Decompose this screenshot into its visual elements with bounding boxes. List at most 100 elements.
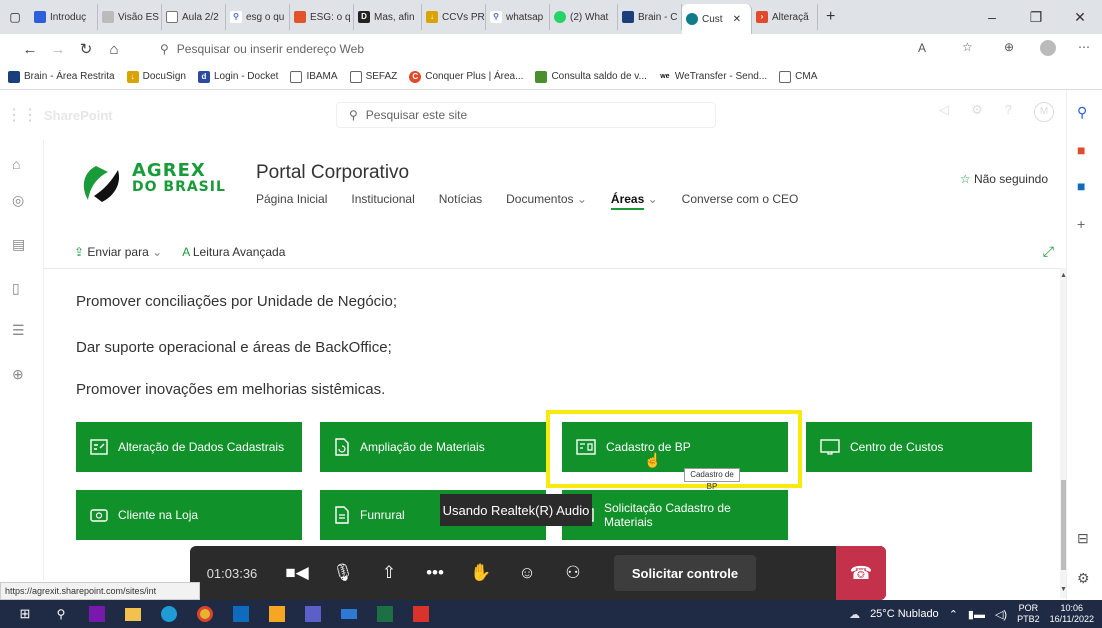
- app-icon[interactable]: [336, 604, 362, 624]
- browser-tab[interactable]: Brain - C: [618, 4, 682, 30]
- nav-item-documentos[interactable]: Documentos ⌄: [506, 192, 587, 206]
- share-screen-icon[interactable]: ⇧: [366, 563, 412, 583]
- chrome-icon[interactable]: [192, 604, 218, 624]
- app-launcher-icon[interactable]: ⋮⋮: [0, 105, 44, 125]
- browser-tab[interactable]: Visão ES: [98, 4, 162, 30]
- browser-tab-active[interactable]: Cust ✕: [682, 4, 752, 34]
- read-aloud-icon[interactable]: A: [918, 41, 926, 55]
- settings-gear-icon[interactable]: ⚙: [971, 102, 983, 122]
- add-icon[interactable]: ⊕: [12, 366, 24, 383]
- volume-icon[interactable]: ◁): [995, 608, 1007, 621]
- home-icon[interactable]: ⌂: [12, 156, 20, 172]
- home-icon[interactable]: ⌂: [100, 41, 128, 58]
- search-icon[interactable]: ⚲: [1077, 104, 1087, 121]
- browser-tab[interactable]: D Mas, afin: [354, 4, 422, 30]
- windows-start-icon[interactable]: ⊞: [12, 604, 38, 624]
- close-tab-icon[interactable]: ✕: [733, 14, 741, 25]
- search-icon[interactable]: ⚲: [48, 604, 74, 624]
- onenote-icon[interactable]: [84, 604, 110, 624]
- tray-chevron-icon[interactable]: ⌃: [949, 608, 958, 621]
- sidebar-toggle-icon[interactable]: ⊟: [1077, 530, 1089, 547]
- browser-tab[interactable]: ⚲ whatsap: [486, 4, 550, 30]
- nav-item-institucional[interactable]: Institucional: [351, 192, 414, 206]
- new-tab-button[interactable]: +: [826, 8, 835, 26]
- nav-item-ceo[interactable]: Converse com o CEO: [682, 192, 799, 206]
- bookmark-item[interactable]: C Conquer Plus | Área...: [409, 70, 523, 83]
- news-icon[interactable]: ▤: [12, 236, 25, 253]
- weather-icon[interactable]: ☁: [849, 608, 860, 621]
- chat-icon[interactable]: ☺: [504, 563, 550, 583]
- bookmark-item[interactable]: Brain - Área Restrita: [8, 70, 115, 83]
- edge-icon[interactable]: [156, 604, 182, 624]
- minimize-icon[interactable]: –: [970, 9, 1014, 25]
- bookmark-item[interactable]: SEFAZ: [349, 70, 397, 83]
- sharepoint-brand[interactable]: SharePoint: [44, 108, 113, 123]
- back-arrow-icon[interactable]: ←: [16, 41, 44, 58]
- megaphone-icon[interactable]: ◁: [939, 102, 949, 122]
- language-indicator[interactable]: POR PTB2: [1017, 603, 1040, 625]
- tab-actions-icon[interactable]: ▢: [0, 10, 30, 24]
- restore-icon[interactable]: ❐: [1014, 9, 1058, 26]
- browser-tab[interactable]: ⚲ esg o qu: [226, 4, 290, 30]
- settings-gear-icon[interactable]: ⚙: [1077, 570, 1090, 587]
- file-explorer-icon[interactable]: [120, 604, 146, 624]
- app-icon[interactable]: [264, 604, 290, 624]
- more-menu-icon[interactable]: ⋯: [1078, 40, 1090, 54]
- hang-up-button[interactable]: ☎: [836, 546, 886, 600]
- bookmark-item[interactable]: Consulta saldo de v...: [535, 70, 647, 83]
- excel-icon[interactable]: [372, 604, 398, 624]
- help-icon[interactable]: ?: [1005, 102, 1012, 122]
- tile-centro-custos[interactable]: Centro de Custos: [806, 422, 1032, 472]
- site-search-input[interactable]: ⚲ Pesquisar este site: [336, 102, 716, 128]
- bookmark-item[interactable]: ↓ DocuSign: [126, 70, 186, 83]
- follow-button[interactable]: ☆ Não seguindo: [960, 172, 1048, 186]
- close-window-icon[interactable]: ✕: [1058, 9, 1102, 26]
- network-icon[interactable]: ▮▬: [968, 608, 985, 621]
- tile-solicitacao-materiais[interactable]: Solicitação Cadastro de Materiais: [562, 490, 788, 540]
- weather-text[interactable]: 25°C Nublado: [870, 608, 939, 620]
- office-icon[interactable]: ■: [1077, 142, 1085, 158]
- outlook-icon[interactable]: ■: [1077, 178, 1085, 194]
- request-control-button[interactable]: Solicitar controle: [614, 555, 756, 591]
- browser-tab[interactable]: (2) What: [550, 4, 618, 30]
- expand-icon[interactable]: ⤢: [1043, 243, 1054, 260]
- tile-alteracao-dados[interactable]: Alteração de Dados Cadastrais: [76, 422, 302, 472]
- browser-tab[interactable]: ESG: o q: [290, 4, 354, 30]
- bookmark-item[interactable]: we WeTransfer - Send...: [658, 70, 767, 83]
- tile-ampliacao-materiais[interactable]: Ampliação de Materiais: [320, 422, 546, 472]
- immersive-reader-button[interactable]: A Leitura Avançada: [182, 245, 285, 259]
- browser-tab[interactable]: › Alteraçã: [752, 4, 818, 30]
- participants-icon[interactable]: ⚇: [550, 563, 596, 583]
- camera-icon[interactable]: ■◀: [274, 563, 320, 583]
- acrobat-icon[interactable]: [408, 604, 434, 624]
- outlook-icon[interactable]: [228, 604, 254, 624]
- clock[interactable]: 10:06 16/11/2022: [1050, 603, 1094, 625]
- nav-item-areas[interactable]: Áreas ⌄: [610, 192, 658, 210]
- profile-avatar-icon[interactable]: [1040, 40, 1056, 56]
- page-title[interactable]: Portal Corporativo: [256, 162, 409, 184]
- browser-tab[interactable]: ↓ CCVs PR: [422, 4, 486, 30]
- browser-tab[interactable]: Aula 2/2: [162, 4, 226, 30]
- user-avatar[interactable]: M: [1034, 102, 1054, 122]
- bookmark-item[interactable]: CMA: [779, 70, 817, 83]
- send-to-button[interactable]: ⇪ Enviar para ⌄: [74, 245, 162, 259]
- list-icon[interactable]: ☰: [12, 322, 25, 339]
- teams-icon[interactable]: [300, 604, 326, 624]
- file-icon[interactable]: ▯: [12, 280, 20, 297]
- favorites-star-icon[interactable]: ☆: [962, 40, 973, 54]
- scroll-up-icon[interactable]: ▲: [1060, 272, 1067, 279]
- microphone-icon[interactable]: 🎙: [320, 563, 366, 583]
- raise-hand-icon[interactable]: ✋: [458, 563, 504, 583]
- add-icon[interactable]: +: [1077, 216, 1085, 232]
- address-input[interactable]: ⚲ Pesquisar ou inserir endereço Web: [160, 38, 950, 60]
- browser-tab[interactable]: Introduç: [30, 4, 98, 30]
- forward-arrow-icon[interactable]: →: [44, 41, 72, 58]
- tile-cliente-loja[interactable]: Cliente na Loja: [76, 490, 302, 540]
- nav-item-home[interactable]: Página Inicial: [256, 192, 327, 206]
- bookmark-item[interactable]: IBAMA: [290, 70, 338, 83]
- nav-item-noticias[interactable]: Notícias: [439, 192, 482, 206]
- more-options-icon[interactable]: •••: [412, 563, 458, 583]
- scroll-down-icon[interactable]: ▼: [1060, 586, 1067, 593]
- bookmark-item[interactable]: d Login - Docket: [197, 70, 278, 83]
- globe-icon[interactable]: ◎: [12, 192, 24, 209]
